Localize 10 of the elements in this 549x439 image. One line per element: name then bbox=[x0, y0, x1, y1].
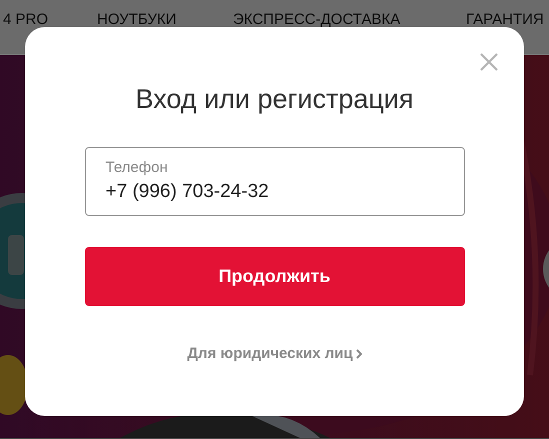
chevron-icon bbox=[356, 348, 362, 358]
phone-field[interactable]: Телефон +7 (996) 703-24-32 bbox=[84, 147, 464, 216]
nav-link[interactable]: 4 PRO bbox=[3, 11, 97, 28]
continue-button[interactable]: Продолжить bbox=[84, 247, 464, 306]
close-button[interactable] bbox=[478, 51, 500, 73]
nav-link[interactable]: ЭКСПРЕСС-ДОСТАВКА bbox=[233, 11, 466, 28]
nav-link[interactable]: НОУТБУКИ bbox=[97, 11, 233, 28]
dialog-title: Вход или регистрация bbox=[135, 83, 414, 115]
business-link[interactable]: Для юридических лиц bbox=[187, 345, 362, 362]
nav-link[interactable]: ГАРАНТИЯ bbox=[466, 11, 544, 28]
